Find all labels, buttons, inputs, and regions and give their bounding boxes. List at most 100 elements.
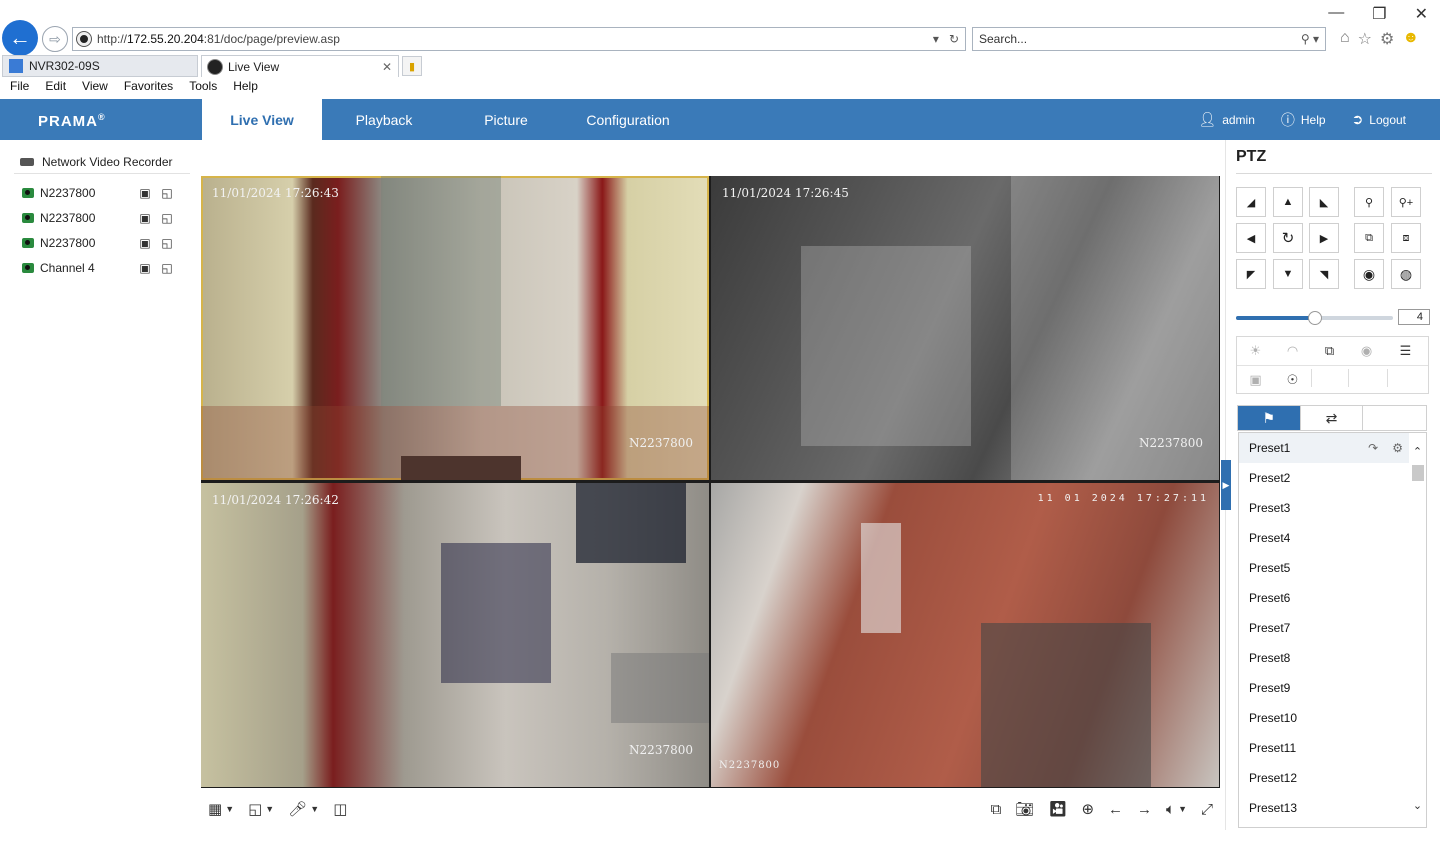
- preset-item[interactable]: Preset12: [1239, 763, 1409, 793]
- preset-item[interactable]: Preset2: [1239, 463, 1409, 493]
- back-button[interactable]: ←: [2, 20, 38, 56]
- record-clip-icon[interactable]: 🎦︎: [1048, 800, 1067, 818]
- wiper-icon[interactable]: ◠: [1274, 337, 1311, 365]
- call-preset-icon[interactable]: ↷: [1368, 441, 1378, 455]
- video-tile-3[interactable]: 11/01/2024 17:26:42 N2237800: [201, 483, 709, 787]
- tab-presets[interactable]: ⚑: [1238, 406, 1301, 430]
- preset-item[interactable]: Preset7: [1239, 613, 1409, 643]
- help-link[interactable]: ⓘ Help: [1281, 110, 1326, 130]
- record-icon[interactable]: ▣: [136, 236, 154, 250]
- lens-init-icon[interactable]: ◉: [1348, 337, 1385, 365]
- pan-left-button[interactable]: ◀: [1236, 223, 1266, 253]
- home-icon[interactable]: ⌂: [1340, 29, 1350, 49]
- refresh-icon[interactable]: ↻: [949, 32, 959, 46]
- previous-page-icon[interactable]: ←: [1108, 801, 1123, 818]
- tree-channel-3[interactable]: N2237800 ▣ ◱: [14, 230, 190, 255]
- nav-playback[interactable]: Playback: [322, 99, 446, 140]
- focus-far-button[interactable]: ⧈: [1391, 223, 1421, 253]
- layout-dropdown-icon[interactable]: ▼: [225, 804, 234, 814]
- nav-configuration[interactable]: Configuration: [566, 99, 690, 140]
- search-icon[interactable]: ⚲ ▾: [1301, 32, 1325, 46]
- settings-gear-icon[interactable]: ⚙: [1380, 29, 1394, 49]
- preset-scrollbar[interactable]: ⌃ ⌄: [1409, 433, 1426, 827]
- tab-nvr[interactable]: NVR302-09S: [2, 55, 198, 77]
- stream-dropdown-icon[interactable]: ▼: [265, 804, 274, 814]
- ptz-speed-slider[interactable]: 4: [1236, 308, 1432, 328]
- tab-pattern[interactable]: [1363, 406, 1426, 430]
- stream-settings-icon[interactable]: ◱: [158, 236, 176, 250]
- scroll-thumb[interactable]: [1412, 465, 1424, 481]
- auto-scan-button[interactable]: ↻: [1273, 223, 1303, 253]
- address-dropdown-icon[interactable]: ▾: [933, 32, 939, 46]
- iris-open-button[interactable]: ◉: [1354, 259, 1384, 289]
- audio-dropdown-icon[interactable]: ▼: [310, 804, 319, 814]
- scroll-up-icon[interactable]: ⌃: [1409, 445, 1426, 461]
- record-icon[interactable]: ▣: [136, 211, 154, 225]
- pan-up-right-button[interactable]: ◣: [1309, 187, 1339, 217]
- collapse-ptz-handle[interactable]: ▶: [1221, 460, 1231, 510]
- menu-edit[interactable]: Edit: [45, 79, 66, 99]
- fullscreen-icon[interactable]: ⤢: [1201, 801, 1213, 818]
- close-window-button[interactable]: ✕: [1415, 4, 1428, 24]
- feedback-smiley-icon[interactable]: ☻: [1402, 29, 1419, 49]
- stream-settings-icon[interactable]: ◱: [158, 186, 176, 200]
- stop-all-preview-icon[interactable]: ◫: [333, 800, 347, 818]
- tab-patrol[interactable]: ⇄: [1301, 406, 1364, 430]
- stream-settings-icon[interactable]: ◱: [158, 211, 176, 225]
- record-icon[interactable]: ▣: [136, 186, 154, 200]
- preset-item[interactable]: Preset1 ↷ ⚙: [1239, 433, 1409, 463]
- menu-help[interactable]: Help: [233, 79, 258, 99]
- tab-live-view[interactable]: Live View ✕: [201, 55, 399, 77]
- tree-channel-4[interactable]: Channel 4 ▣ ◱: [14, 255, 190, 280]
- record-icon[interactable]: ▣: [136, 261, 154, 275]
- pan-down-left-button[interactable]: ◤: [1236, 259, 1266, 289]
- restore-button[interactable]: ❐: [1372, 4, 1386, 24]
- preset-item[interactable]: Preset6: [1239, 583, 1409, 613]
- volume-dropdown-icon[interactable]: ▼: [1178, 804, 1187, 814]
- set-preset-gear-icon[interactable]: ⚙: [1392, 441, 1403, 455]
- minimize-button[interactable]: —: [1328, 4, 1344, 24]
- stream-type-icon[interactable]: ◱: [248, 800, 262, 818]
- new-tab-button[interactable]: ▮: [402, 56, 422, 76]
- favorites-star-icon[interactable]: ☆: [1358, 29, 1372, 49]
- preset-item[interactable]: Preset10: [1239, 703, 1409, 733]
- preset-item[interactable]: Preset11: [1239, 733, 1409, 763]
- speed-value[interactable]: 4: [1398, 309, 1430, 325]
- pan-right-button[interactable]: ▶: [1309, 223, 1339, 253]
- menu-tools[interactable]: Tools: [189, 79, 217, 99]
- light-icon[interactable]: ☀: [1237, 337, 1274, 365]
- tilt-up-button[interactable]: ▲: [1273, 187, 1303, 217]
- preset-item[interactable]: Preset5: [1239, 553, 1409, 583]
- preset-item[interactable]: Preset3: [1239, 493, 1409, 523]
- tree-root-nvr[interactable]: Network Video Recorder: [14, 150, 190, 174]
- zoom-in-button[interactable]: ⚲+: [1391, 187, 1421, 217]
- nav-picture[interactable]: Picture: [446, 99, 566, 140]
- scroll-down-icon[interactable]: ⌄: [1409, 799, 1426, 815]
- menu-view[interactable]: View: [82, 79, 108, 99]
- video-tile-2[interactable]: 11/01/2024 17:26:45 N2237800: [711, 176, 1219, 480]
- regional-focus-icon[interactable]: ▣: [1237, 366, 1274, 394]
- multi-capture-icon[interactable]: ⧉: [991, 801, 1002, 818]
- tree-channel-2[interactable]: N2237800 ▣ ◱: [14, 205, 190, 230]
- digital-zoom-icon[interactable]: ⊕: [1081, 800, 1094, 818]
- microphone-icon[interactable]: 🎤︎: [288, 800, 307, 818]
- 3d-zoom-icon[interactable]: ☉: [1274, 366, 1311, 394]
- menu-favorites[interactable]: Favorites: [124, 79, 173, 99]
- capture-camera-icon[interactable]: 📷︎: [1015, 800, 1034, 818]
- next-page-icon[interactable]: →: [1137, 801, 1152, 818]
- tilt-down-button[interactable]: ▼: [1273, 259, 1303, 289]
- focus-near-button[interactable]: ⧉: [1354, 223, 1384, 253]
- tree-channel-1[interactable]: N2237800 ▣ ◱: [14, 180, 190, 205]
- nav-live-view[interactable]: Live View: [202, 99, 322, 140]
- tab-close-icon[interactable]: ✕: [382, 60, 392, 74]
- stream-settings-icon[interactable]: ◱: [158, 261, 176, 275]
- volume-mute-icon[interactable]: 🔈︎: [1166, 801, 1175, 818]
- forward-button[interactable]: ⇨: [42, 26, 68, 52]
- search-input[interactable]: Search... ⚲ ▾: [972, 27, 1326, 51]
- video-tile-1[interactable]: 11/01/2024 17:26:43 N2237800: [201, 176, 709, 480]
- preset-item[interactable]: Preset8: [1239, 643, 1409, 673]
- window-layout-icon[interactable]: ▦: [208, 800, 222, 818]
- pan-down-right-button[interactable]: ◥: [1309, 259, 1339, 289]
- user-menu[interactable]: 👤︎ admin: [1198, 111, 1254, 128]
- preset-item[interactable]: Preset13: [1239, 793, 1409, 823]
